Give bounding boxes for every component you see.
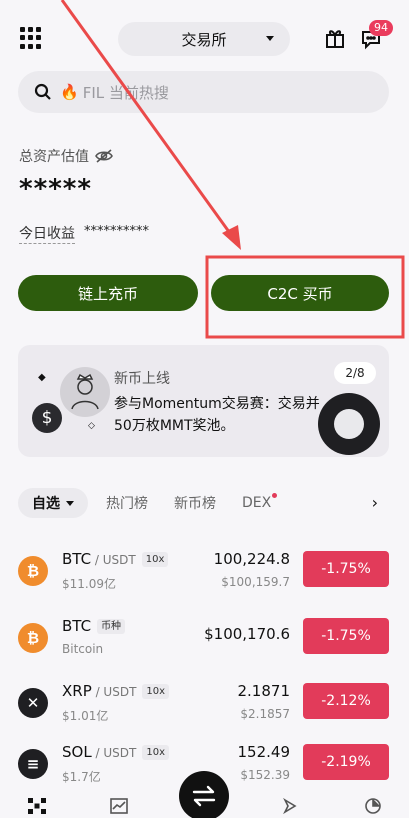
change-badge[interactable]: -2.19% xyxy=(303,744,389,780)
change-badge[interactable]: -2.12% xyxy=(303,683,389,719)
c2c-buy-button[interactable]: C2C 买币 xyxy=(211,275,389,311)
annotation-arrowhead xyxy=(222,225,241,250)
tab-new[interactable]: 新币榜 xyxy=(174,493,216,513)
pair-symbol: BTC xyxy=(62,617,92,635)
total-assets-label: 总资产估值 xyxy=(19,146,114,166)
search-icon xyxy=(34,83,51,100)
usd-price: $152.39 xyxy=(240,768,290,782)
change-badge[interactable]: -1.75% xyxy=(303,551,389,587)
exchange-mode-label: 交易所 xyxy=(181,30,227,49)
news-title: 新币上线 xyxy=(114,371,170,387)
swap-arrows-icon xyxy=(192,785,216,807)
tab-hot[interactable]: 热门榜 xyxy=(106,493,148,513)
coin-tag: 币种 xyxy=(97,619,126,634)
fire-icon: 🔥 xyxy=(60,83,79,101)
last-price: 152.49 xyxy=(237,743,291,761)
discover-compass-icon[interactable] xyxy=(281,798,299,814)
sol-coin-icon: ≡ xyxy=(18,749,48,779)
market-row[interactable]: ✕ XRP / USDT 10x $1.01亿 2.1871 $2.1857 -2… xyxy=(0,677,409,737)
exchange-mode-select[interactable]: 交易所 xyxy=(118,22,290,56)
leverage-tag: 10x xyxy=(142,684,170,699)
last-price: 2.1871 xyxy=(237,682,291,700)
dollar-coin-icon: $ xyxy=(32,403,62,433)
app-screen: 交易所 94 🔥 FIL 当前热搜 总资产估值 ***** 今日收益 *****… xyxy=(0,0,409,818)
today-earnings-value: ********** xyxy=(84,224,149,239)
diamond-icon: ◇ xyxy=(88,421,95,431)
news-page-counter: 2/8 xyxy=(334,362,376,384)
apps-grid-icon[interactable] xyxy=(20,27,42,49)
market-row[interactable]: ₿ BTC / USDT 10x $11.09亿 100,224.8 $100,1… xyxy=(0,545,409,605)
market-row[interactable]: ₿ BTC 币种 Bitcoin $100,170.6 -1.75% xyxy=(0,612,409,672)
pair-name: BTC 币种 xyxy=(62,617,126,635)
pair-name: SOL / USDT 10x xyxy=(62,743,169,761)
pair-symbol: BTC xyxy=(62,550,92,568)
volume: $1.7亿 xyxy=(62,770,101,784)
last-price: $100,170.6 xyxy=(204,625,290,643)
chevron-down-icon xyxy=(266,36,274,41)
assets-pie-icon[interactable] xyxy=(364,798,382,814)
btc-coin-icon: ₿ xyxy=(18,623,48,653)
volume: $11.09亿 xyxy=(62,577,116,591)
chevron-right-icon[interactable]: › xyxy=(372,493,378,512)
xrp-coin-icon: ✕ xyxy=(18,688,48,718)
trade-swap-button[interactable] xyxy=(179,771,229,818)
tab-dex-label: DEX xyxy=(242,495,272,511)
gift-icon[interactable] xyxy=(324,27,346,49)
search-placeholder: FIL 当前热搜 xyxy=(82,83,169,102)
notification-dot xyxy=(272,493,278,498)
change-badge[interactable]: -1.75% xyxy=(303,618,389,654)
market-chart-icon[interactable] xyxy=(110,798,128,814)
usd-price: $2.1857 xyxy=(240,707,290,721)
pair-symbol: SOL xyxy=(62,743,92,761)
chevron-down-icon xyxy=(66,500,74,506)
today-earnings-label[interactable]: 今日收益 xyxy=(19,223,75,244)
home-logo-icon[interactable] xyxy=(28,798,46,814)
usd-price: $100,159.7 xyxy=(221,575,290,589)
last-price: 100,224.8 xyxy=(213,550,290,568)
sparkle-icon: ◆ xyxy=(38,372,46,383)
news-text-line-1: 参与Momentum交易赛：交易并 xyxy=(114,396,320,412)
btc-coin-icon: ₿ xyxy=(18,556,48,586)
tab-dex[interactable]: DEX xyxy=(242,493,278,511)
pair-symbol: XRP xyxy=(62,682,92,700)
tab-favorites-label: 自选 xyxy=(32,496,60,512)
total-assets-value: ***** xyxy=(19,174,92,204)
avatar xyxy=(60,367,110,417)
leverage-tag: 10x xyxy=(141,552,169,567)
coin-fullname: Bitcoin xyxy=(62,642,104,656)
leverage-tag: 10x xyxy=(142,745,169,760)
tab-favorites[interactable]: 自选 xyxy=(18,488,88,518)
market-tabs: 自选 热门榜 新币榜 DEX › xyxy=(18,487,398,519)
floating-assistive-button[interactable] xyxy=(318,393,380,455)
onchain-deposit-button[interactable]: 链上充币 xyxy=(18,275,198,311)
pair-quote: / USDT xyxy=(91,553,136,567)
volume: $1.01亿 xyxy=(62,709,109,723)
pair-name: XRP / USDT 10x xyxy=(62,682,170,700)
total-assets-text: 总资产估值 xyxy=(19,149,89,165)
message-count-badge: 94 xyxy=(369,20,393,36)
pair-quote: / USDT xyxy=(91,746,137,760)
pair-quote: / USDT xyxy=(91,685,137,699)
search-bar[interactable]: 🔥 FIL 当前热搜 xyxy=(18,71,389,113)
eye-off-icon[interactable] xyxy=(94,148,114,164)
pair-name: BTC / USDT 10x xyxy=(62,550,169,568)
